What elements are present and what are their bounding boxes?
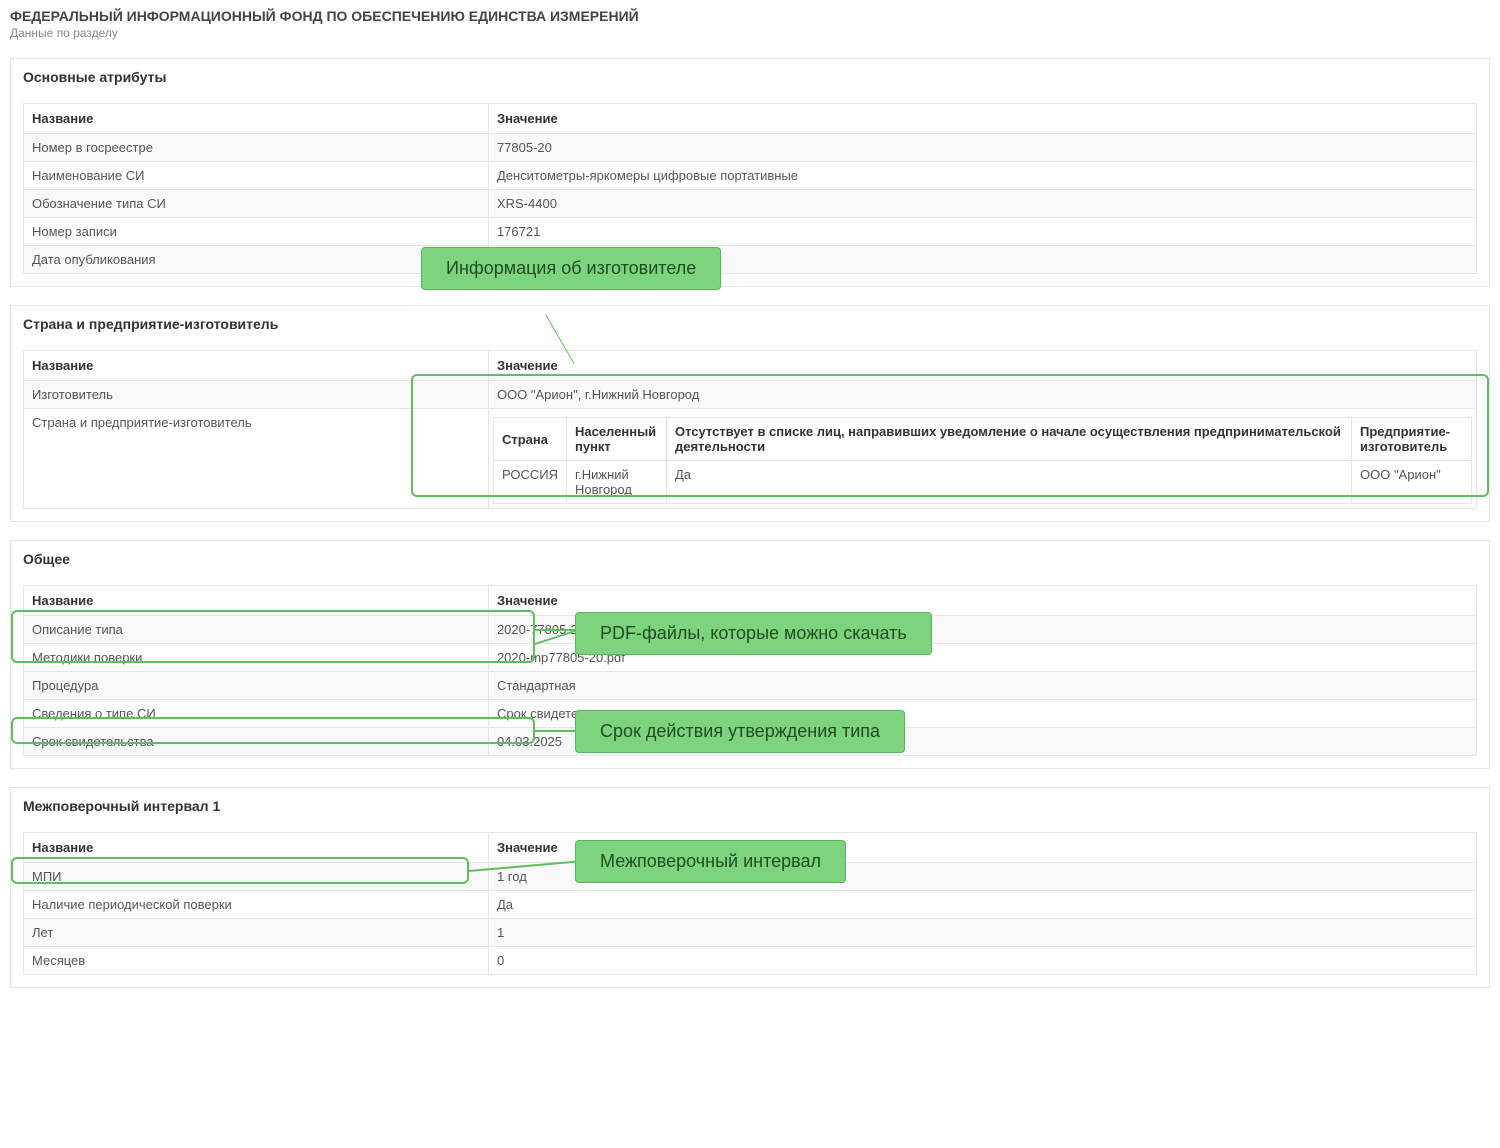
table-row: Обозначение типа СИXRS-4400	[24, 190, 1477, 218]
inner-col-notice: Отсутствует в списке лиц, направивших ув…	[666, 418, 1351, 461]
inner-col-enterprise: Предприятие-изготовитель	[1352, 418, 1472, 461]
table-row: Страна и предприятие-изготовитель Страна…	[24, 409, 1477, 509]
main-attributes-table: Название Значение Номер в госреестре7780…	[23, 103, 1477, 274]
attr-name: Наименование СИ	[24, 162, 489, 190]
attr-value: Денситометры-яркомеры цифровые портативн…	[488, 162, 1476, 190]
inner-col-locality: Населенный пункт	[566, 418, 666, 461]
attr-name: Страна и предприятие-изготовитель	[24, 409, 489, 509]
attr-name: Методики поверки	[24, 644, 489, 672]
panel-interval: Межповерочный интервал 1 Название Значен…	[10, 787, 1490, 988]
page-subtitle: Данные по разделу	[10, 26, 1490, 40]
page-title: ФЕДЕРАЛЬНЫЙ ИНФОРМАЦИОННЫЙ ФОНД ПО ОБЕСП…	[10, 8, 1490, 24]
attr-value: 0	[488, 947, 1476, 975]
panel-heading: Межповерочный интервал 1	[11, 788, 1489, 826]
callout-manufacturer-info: Информация об изготовителе	[421, 247, 721, 290]
inner-table-row: РОССИЯ г.Нижний Новгород Да ООО "Арион"	[493, 461, 1471, 504]
attr-name: Сведения о типе СИ	[24, 700, 489, 728]
attr-name: Дата опубликования	[24, 246, 489, 274]
inner-enterprise: ООО "Арион"	[1352, 461, 1472, 504]
col-name: Название	[24, 104, 489, 134]
attr-value: 1	[488, 919, 1476, 947]
table-row: Наименование СИДенситометры-яркомеры циф…	[24, 162, 1477, 190]
attr-name: Обозначение типа СИ	[24, 190, 489, 218]
col-value: Значение	[488, 351, 1476, 381]
panel-general: Общее Название Значение Описание типа202…	[10, 540, 1490, 769]
attr-name: Номер в госреестре	[24, 134, 489, 162]
col-value: Значение	[488, 586, 1476, 616]
panel-heading: Страна и предприятие-изготовитель	[11, 306, 1489, 344]
callout-interval: Межповерочный интервал	[575, 840, 846, 883]
col-value: Значение	[488, 104, 1476, 134]
table-row: Дата опубликования	[24, 246, 1477, 274]
inner-country: РОССИЯ	[493, 461, 566, 504]
callout-pdf-files: PDF-файлы, которые можно скачать	[575, 612, 932, 655]
col-name: Название	[24, 351, 489, 381]
panel-main-attributes: Основные атрибуты Название Значение Номе…	[10, 58, 1490, 287]
table-row: Номер в госреестре77805-20	[24, 134, 1477, 162]
inner-col-country: Страна	[493, 418, 566, 461]
attr-name: МПИ	[24, 863, 489, 891]
attr-name: Срок свидетельства	[24, 728, 489, 756]
table-row: ПроцедураСтандартная	[24, 672, 1477, 700]
attr-name: Описание типа	[24, 616, 489, 644]
panel-manufacturer: Страна и предприятие-изготовитель Назван…	[10, 305, 1490, 522]
table-row: Наличие периодической поверкиДа	[24, 891, 1477, 919]
attr-value: 77805-20	[488, 134, 1476, 162]
table-row: Месяцев0	[24, 947, 1477, 975]
attr-value: Страна Населенный пункт Отсутствует в сп…	[488, 409, 1476, 509]
attr-name: Месяцев	[24, 947, 489, 975]
attr-value: Стандартная	[488, 672, 1476, 700]
col-name: Название	[24, 586, 489, 616]
manufacturer-inner-table: Страна Населенный пункт Отсутствует в сп…	[493, 417, 1472, 504]
attr-name: Номер записи	[24, 218, 489, 246]
inner-notice: Да	[666, 461, 1351, 504]
attr-name: Процедура	[24, 672, 489, 700]
inner-locality: г.Нижний Новгород	[566, 461, 666, 504]
col-name: Название	[24, 833, 489, 863]
attr-value: 176721	[488, 218, 1476, 246]
attr-value: XRS-4400	[488, 190, 1476, 218]
callout-cert-validity: Срок действия утверждения типа	[575, 710, 905, 753]
table-row: Лет1	[24, 919, 1477, 947]
attr-name: Изготовитель	[24, 381, 489, 409]
callout-connector	[535, 730, 575, 732]
panel-heading: Общее	[11, 541, 1489, 579]
attr-name: Лет	[24, 919, 489, 947]
table-row: Изготовитель ООО "Арион", г.Нижний Новго…	[24, 381, 1477, 409]
table-row: Номер записи176721	[24, 218, 1477, 246]
manufacturer-table: Название Значение Изготовитель ООО "Арио…	[23, 350, 1477, 509]
attr-name: Наличие периодической поверки	[24, 891, 489, 919]
attr-value: ООО "Арион", г.Нижний Новгород	[488, 381, 1476, 409]
attr-value: Да	[488, 891, 1476, 919]
panel-heading: Основные атрибуты	[11, 59, 1489, 97]
